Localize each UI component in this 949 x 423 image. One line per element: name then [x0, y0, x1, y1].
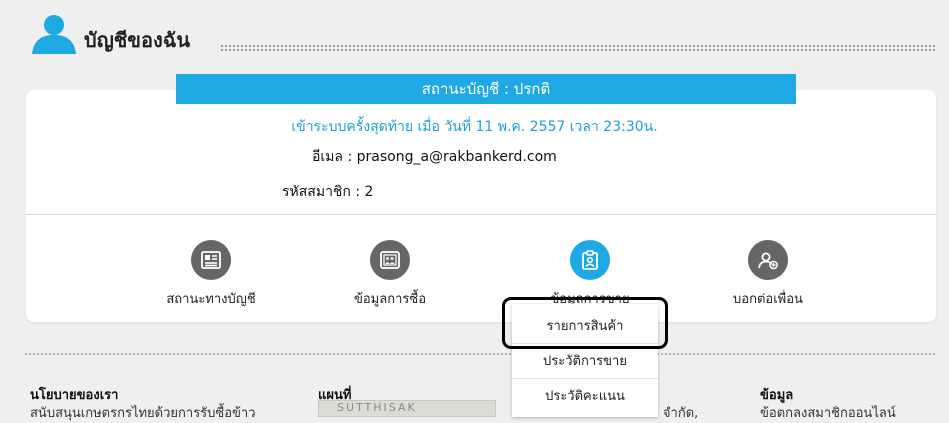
clipboard-icon: [570, 240, 610, 280]
account-status-banner: สถานะบัญชี : ปรกติ: [176, 74, 796, 104]
user-icon: [32, 15, 76, 54]
menu-item-points-history[interactable]: ประวัติคะแนน: [512, 378, 658, 413]
nav-purchase-info[interactable]: ข้อมูลการซื้อ: [305, 240, 475, 310]
highlight-annotation: [502, 297, 668, 349]
title-divider: [220, 44, 936, 52]
nav-label: สถานะทางบัญชี: [166, 292, 256, 307]
add-user-icon: [748, 240, 788, 280]
page-title: บัญชีของฉัน: [84, 28, 191, 52]
card-divider: [26, 214, 936, 215]
footer-divider: [24, 352, 936, 357]
nav-label: บอกต่อเพื่อน: [733, 292, 803, 307]
member-id-text: รหัสสมาชิก : 2: [282, 184, 374, 200]
info-link[interactable]: ข้อตกลงสมาชิกออนไลน์: [760, 402, 896, 423]
email-text: อีเมล : prasong_a@rakbankerd.com: [312, 149, 557, 165]
nav-label: ข้อมูลการซื้อ: [353, 292, 426, 307]
picture-icon: [370, 240, 410, 280]
page-header: บัญชีของฉัน: [24, 10, 936, 58]
map-thumbnail[interactable]: SUTTHISAK: [318, 400, 496, 417]
nav-tell-friends[interactable]: บอกต่อเพื่อน: [683, 240, 853, 310]
policy-text: สนับสนุนเกษตรกรไทยด้วยการรับซื้อข้าว: [30, 406, 256, 421]
document-icon: [191, 240, 231, 280]
nav-account-status[interactable]: สถานะทางบัญชี: [126, 240, 296, 310]
last-login-text: เข้าระบบครั้งสุดท้าย เมื่อ วันที่ 11 พ.ค…: [291, 119, 658, 135]
